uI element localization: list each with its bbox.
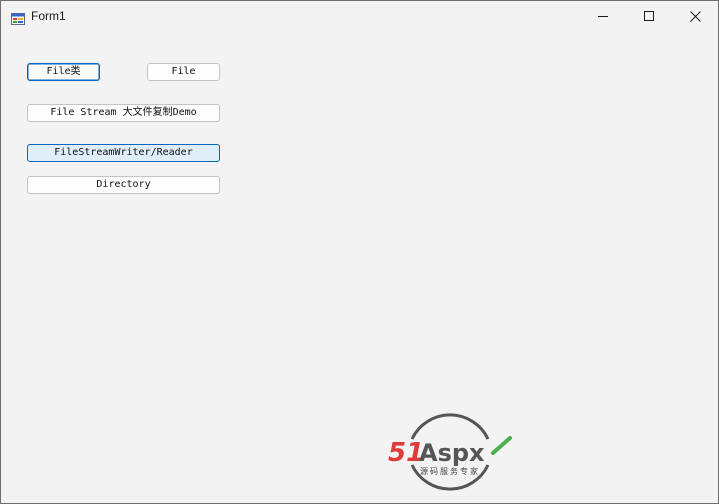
file-stream-copy-demo-button[interactable]: File Stream 大文件复制Demo xyxy=(27,104,220,122)
51aspx-watermark-logo: 51 Aspx 源码服务专家 xyxy=(385,403,515,499)
window-title: Form1 xyxy=(31,9,66,23)
logo-wordmark: Aspx xyxy=(419,439,485,467)
close-icon xyxy=(689,10,701,22)
minimize-button[interactable] xyxy=(580,1,626,31)
minimize-icon xyxy=(598,11,608,21)
close-button[interactable] xyxy=(672,1,718,31)
file-button[interactable]: File xyxy=(147,63,220,81)
title-bar[interactable]: Form1 xyxy=(1,1,718,31)
form-client-area: File类 File File Stream 大文件复制Demo FileStr… xyxy=(1,31,718,503)
maximize-button[interactable] xyxy=(626,1,672,31)
directory-button[interactable]: Directory xyxy=(27,176,220,194)
file-class-button[interactable]: File类 xyxy=(27,63,100,81)
form1-window: Form1 File类 File File Stream 大文件复制Demo F… xyxy=(0,0,719,504)
logo-tagline: 源码服务专家 xyxy=(420,466,480,476)
winforms-app-icon xyxy=(11,10,25,25)
filestream-writer-reader-button[interactable]: FileStreamWriter/Reader xyxy=(27,144,220,162)
logo-x-accent xyxy=(491,436,512,455)
maximize-icon xyxy=(644,11,654,21)
